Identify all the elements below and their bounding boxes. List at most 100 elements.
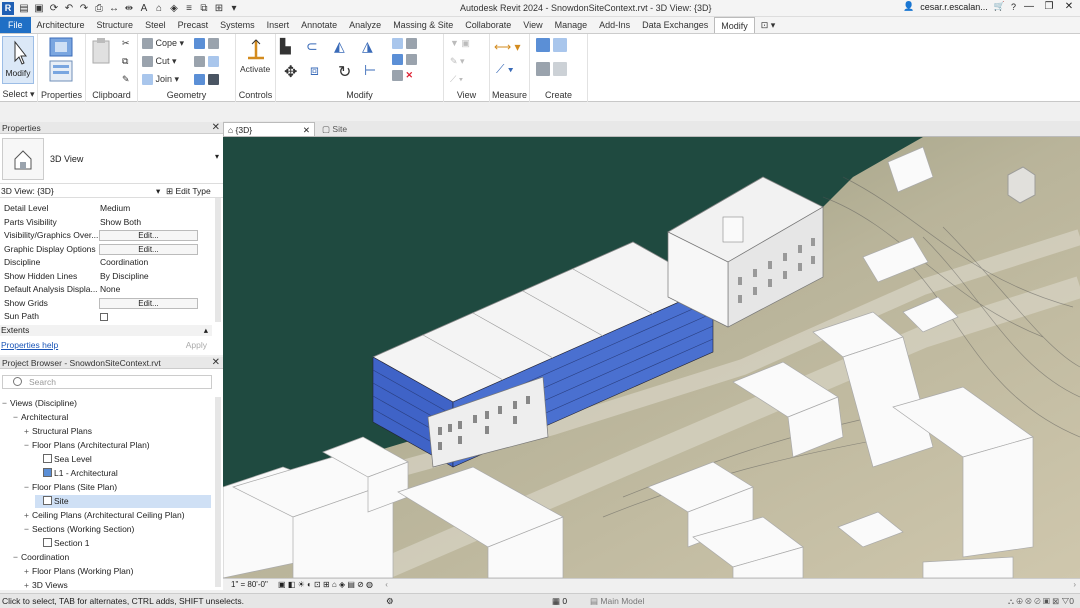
thin-lines-icon[interactable]: ≡: [183, 3, 195, 15]
expand-icon[interactable]: +: [24, 565, 32, 578]
measure-distance-icon[interactable]: ⟷ ▾: [494, 40, 521, 54]
instance-dropdown-icon[interactable]: ▾: [156, 184, 160, 198]
move-icon[interactable]: ✥: [284, 62, 297, 82]
collapse-icon[interactable]: ▴: [204, 325, 208, 336]
param-value[interactable]: By Discipline: [100, 270, 149, 284]
view-cube[interactable]: [1007, 166, 1036, 204]
measure-icon[interactable]: ↔: [108, 3, 120, 15]
maximize-button[interactable]: ❐: [1042, 1, 1056, 12]
split-face-tool[interactable]: [194, 38, 219, 50]
text-icon[interactable]: A: [138, 3, 150, 15]
browser-group-item[interactable]: − Sections (Working Section): [24, 523, 211, 536]
browser-group-item[interactable]: + Structural Plans: [24, 425, 211, 438]
type-dropdown-icon[interactable]: ▾: [215, 152, 219, 161]
beam-tool[interactable]: [194, 74, 219, 86]
expand-icon[interactable]: +: [24, 425, 32, 438]
override-icon[interactable]: ✎ ▾: [450, 56, 465, 67]
default-3d-icon[interactable]: ⌂: [153, 3, 165, 15]
cut-scissors-icon[interactable]: ✂: [122, 38, 130, 49]
design-option-selector[interactable]: ▤ Main Model: [590, 594, 644, 608]
properties-help-link[interactable]: Properties help: [0, 340, 58, 350]
tab-close-icon[interactable]: ✕: [303, 123, 310, 137]
split-tool[interactable]: [392, 38, 417, 50]
linework-icon[interactable]: ⟋ ▾: [450, 74, 463, 85]
modify-button[interactable]: Modify: [2, 36, 34, 84]
close-button[interactable]: ✕: [1062, 1, 1076, 12]
align-icon[interactable]: ▙: [280, 38, 291, 55]
user-name[interactable]: cesar.r.escalan...: [920, 2, 988, 12]
browser-group-item[interactable]: − Architectural: [13, 411, 211, 424]
3d-viewport[interactable]: [223, 137, 1080, 578]
param-edit-button[interactable]: Edit...: [99, 230, 198, 241]
tab-modify[interactable]: Modify: [714, 17, 755, 33]
revit-logo[interactable]: R: [2, 2, 14, 15]
customize-icon[interactable]: ▾: [228, 3, 240, 15]
tab-collaborate[interactable]: Collaborate: [459, 17, 517, 33]
browser-group-item[interactable]: − Views (Discipline): [2, 397, 211, 410]
workset-icon[interactable]: ⚙: [386, 594, 394, 608]
collapse-icon[interactable]: −: [24, 439, 32, 452]
collapse-icon[interactable]: −: [13, 551, 21, 564]
ribbon-display-icon[interactable]: ⊡ ▾: [755, 17, 782, 33]
dimension-icon[interactable]: ⇹: [123, 3, 135, 15]
tab-steel[interactable]: Steel: [139, 17, 172, 33]
param-checkbox[interactable]: [100, 310, 108, 324]
rotate-icon[interactable]: ↻: [338, 62, 351, 82]
trim-icon[interactable]: ⊢: [364, 62, 376, 79]
tab-structure[interactable]: Structure: [91, 17, 140, 33]
offset-icon[interactable]: ⊂: [306, 38, 318, 55]
select-panel-label[interactable]: Select ▾: [0, 89, 37, 100]
collapse-icon[interactable]: −: [24, 481, 32, 494]
copy-clip-icon[interactable]: ⧉: [122, 56, 128, 67]
mirror-draw-icon[interactable]: ◮: [362, 38, 373, 55]
aligned-dimension-icon[interactable]: ⟋ ▾: [496, 62, 514, 77]
switch-windows-icon[interactable]: ⊞: [213, 3, 225, 15]
browser-group-item[interactable]: − Floor Plans (Site Plan): [24, 481, 211, 494]
browser-group-item[interactable]: − Coordination: [13, 551, 211, 564]
param-edit-button[interactable]: Edit...: [99, 243, 198, 255]
tab-add-ins[interactable]: Add-Ins: [593, 17, 636, 33]
copy-icon[interactable]: ⧈: [310, 62, 319, 79]
browser-view-item[interactable]: Sea Level: [35, 453, 211, 466]
activate-icon[interactable]: [244, 38, 268, 62]
hide-icon[interactable]: ▼ ▣: [450, 38, 470, 49]
wall-joins-tool[interactable]: [194, 56, 219, 68]
tab-3d-view[interactable]: ⌂ {3D} ✕: [223, 122, 315, 136]
tab-massing-site[interactable]: Massing & Site: [387, 17, 459, 33]
minimize-button[interactable]: —: [1022, 1, 1036, 12]
properties-scrollbar[interactable]: [215, 198, 221, 322]
browser-group-item[interactable]: + Ceiling Plans (Architectural Ceiling Pl…: [24, 509, 211, 522]
cut-tool[interactable]: Cut ▾: [142, 56, 177, 68]
properties-close-icon[interactable]: ✕: [212, 122, 220, 134]
cope-tool[interactable]: Cope ▾: [142, 38, 184, 50]
collapse-icon[interactable]: −: [2, 397, 10, 410]
tab-annotate[interactable]: Annotate: [295, 17, 343, 33]
tab-site-view[interactable]: ▢ Site: [318, 122, 388, 136]
create-assembly-tool[interactable]: [536, 38, 567, 52]
expand-icon[interactable]: +: [24, 579, 32, 592]
apply-button[interactable]: Apply: [186, 339, 207, 351]
undo-icon[interactable]: ↶: [63, 3, 75, 15]
browser-group-item[interactable]: +3D Views: [24, 579, 211, 592]
browser-view-item[interactable]: Site: [35, 495, 211, 508]
3d-scene[interactable]: [223, 137, 1080, 578]
instance-selector[interactable]: 3D View: {3D} ▾ ⊞ Edit Type: [0, 184, 223, 198]
status-right-tools[interactable]: ⛬ ⊕ ⊗ ⊘ ▣ ⊠ ▽0: [1008, 594, 1074, 608]
param-value[interactable]: None: [100, 283, 120, 297]
tab-manage[interactable]: Manage: [549, 17, 594, 33]
save-icon[interactable]: ▣: [33, 3, 45, 15]
param-value[interactable]: Medium: [100, 202, 130, 216]
param-value[interactable]: Show Both: [100, 216, 141, 230]
tab-precast[interactable]: Precast: [172, 17, 215, 33]
tab-architecture[interactable]: Architecture: [31, 17, 91, 33]
tab-insert[interactable]: Insert: [261, 17, 296, 33]
section-icon[interactable]: ◈: [168, 3, 180, 15]
browser-close-icon[interactable]: ✕: [212, 357, 220, 369]
collapse-icon[interactable]: −: [13, 411, 21, 424]
view-control-icons[interactable]: ▣ ◧ ☀ ◐ ⊡ ⊞ ⌂ ◈ ▤ ⊘ ◍: [278, 580, 373, 589]
scale-dropdown[interactable]: 1" = 80'-0": [231, 580, 268, 589]
tab-file[interactable]: File: [0, 17, 31, 33]
open-icon[interactable]: ▤: [18, 3, 30, 15]
param-edit-button[interactable]: Edit...: [99, 297, 198, 309]
cart-icon[interactable]: 🛒: [994, 1, 1005, 12]
